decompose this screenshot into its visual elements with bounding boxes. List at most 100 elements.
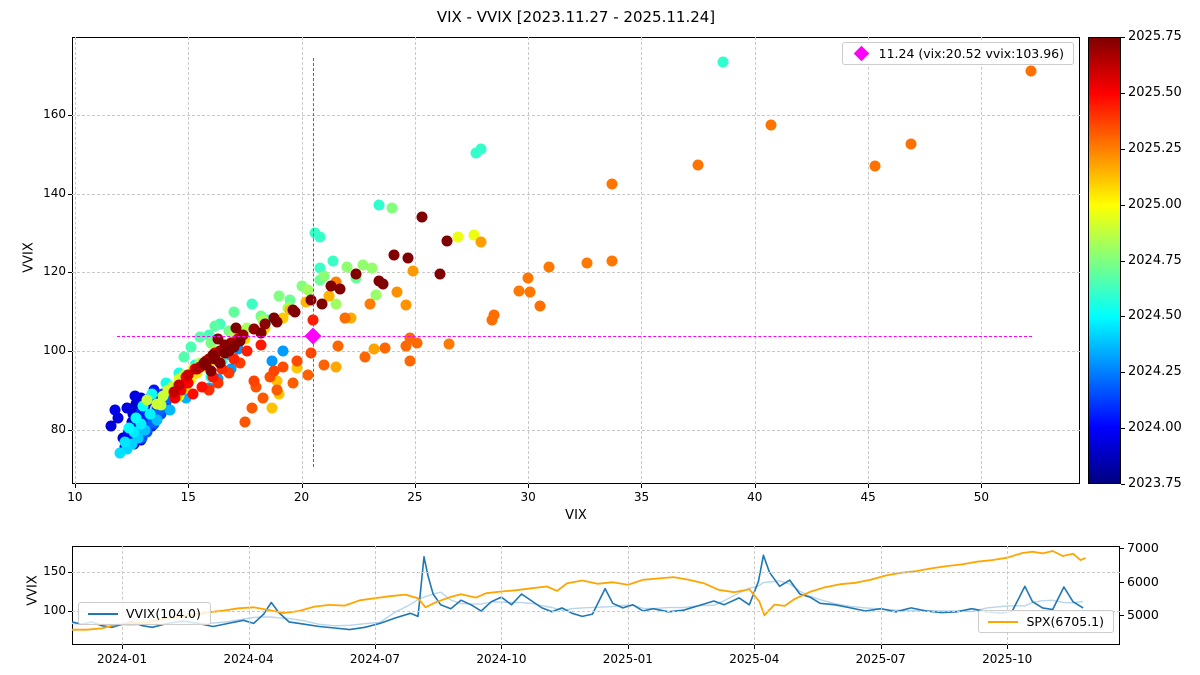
colorbar-tick	[1121, 484, 1125, 485]
main-x-tick-label: 30	[520, 490, 536, 504]
scatter-point	[386, 202, 398, 214]
bottom-x-tick-label: 2025-01	[602, 652, 653, 666]
colorbar-tick-label: 2024.25	[1128, 364, 1182, 380]
scatter-point	[434, 268, 446, 280]
bottom-x-tick-label: 2024-01	[96, 652, 148, 666]
main-gridline-v	[981, 37, 983, 484]
bottom-x-tick	[880, 645, 882, 649]
colorbar-tick	[1121, 316, 1125, 318]
main-x-tick-label: 40	[747, 490, 763, 504]
scatter-point	[339, 312, 351, 324]
bottom-gridline-v	[374, 546, 376, 645]
crosshair-vertical-line	[313, 58, 315, 467]
scatter-point	[205, 365, 217, 377]
colorbar-tick-label: 2025.00	[1128, 196, 1182, 212]
bottom-gridline-v	[122, 546, 124, 645]
scatter-point	[765, 119, 777, 131]
vvix-line-icon	[88, 612, 118, 615]
scatter-point	[230, 322, 242, 334]
scatter-point	[271, 316, 283, 328]
scatter-point	[513, 285, 525, 297]
bottom-x-tick-label: 2024-10	[476, 652, 527, 666]
timeseries-svg	[71, 550, 1086, 631]
scatter-point	[327, 255, 339, 267]
bottom-x-tick	[374, 645, 376, 649]
scatter-point	[187, 388, 199, 400]
scatter-point	[268, 365, 280, 377]
main-x-tick-label: 45	[860, 490, 876, 504]
scatter-point	[416, 211, 428, 223]
colorbar-tick	[1121, 260, 1125, 262]
main-gridline-v	[868, 37, 870, 484]
scatter-point	[316, 298, 328, 310]
scatter-point	[209, 320, 221, 332]
main-gridline-v	[528, 37, 530, 484]
scatter-point	[214, 357, 226, 369]
scatter-point	[291, 355, 303, 367]
scatter-point	[350, 268, 362, 280]
scatter-point	[130, 412, 142, 424]
main-y-tick-label: 100	[43, 343, 66, 358]
bottom-x-tick	[754, 645, 756, 649]
bottom-right-tick-label: 5000	[1127, 606, 1159, 622]
scatter-point	[524, 286, 536, 298]
scatter-point	[359, 351, 371, 363]
bottom-gridline-h	[72, 611, 1120, 613]
figure: VIX - VVIX [2023.11.27 - 2025.11.24] VVI…	[0, 0, 1200, 675]
main-gridline-v	[754, 37, 756, 484]
main-x-tick	[868, 484, 870, 488]
colorbar-tick-label: 2024.50	[1128, 308, 1182, 324]
bottom-gridline-v	[880, 546, 882, 645]
main-gridline-v	[74, 37, 76, 484]
scatter-point	[488, 309, 500, 321]
scatter-point	[119, 436, 131, 448]
bottom-left-tick-label: 100	[43, 603, 66, 618]
scatter-point	[475, 236, 487, 248]
vvix-legend: VVIX(104.0)	[78, 602, 211, 625]
scatter-point	[114, 447, 126, 459]
scatter-point	[368, 343, 380, 355]
bottom-right-tick-label: 6000	[1127, 573, 1159, 589]
scatter-point	[289, 306, 301, 318]
scatter-point	[400, 340, 412, 352]
bottom-x-tick-label: 2025-04	[729, 652, 780, 666]
bottom-x-tick	[627, 645, 629, 649]
scatter-point	[151, 398, 163, 410]
colorbar-tick-label: 2025.50	[1128, 84, 1182, 100]
scatter-point	[1025, 65, 1037, 77]
bottom-x-tick-label: 2024-04	[223, 652, 274, 666]
main-gridline-h	[72, 193, 1080, 195]
main-x-tick-label: 35	[633, 490, 650, 504]
scatter-point	[129, 390, 141, 402]
scatter-point	[452, 231, 464, 243]
bottom-x-tick	[1007, 645, 1009, 649]
scatter-point	[717, 56, 729, 68]
scatter-point	[364, 298, 376, 310]
scatter-point	[318, 359, 330, 371]
main-x-tick	[74, 484, 76, 488]
spx-legend-label: SPX(6705.1)	[1026, 614, 1104, 629]
bottom-gridline-v	[501, 546, 503, 645]
scatter-point	[407, 265, 419, 277]
scatter-point	[223, 345, 235, 357]
scatter-point	[185, 341, 197, 353]
scatter-point	[109, 404, 121, 416]
scatter-point	[441, 235, 453, 247]
scatter-point	[277, 345, 289, 357]
colorbar-tick	[1121, 204, 1125, 206]
scatter-point	[522, 272, 534, 284]
scatter-point	[228, 306, 240, 318]
bottom-x-tick	[122, 645, 124, 649]
scatter-point	[121, 402, 133, 414]
bottom-gridline-v	[248, 546, 250, 645]
main-y-tick	[68, 115, 72, 117]
main-gridline-h	[72, 429, 1080, 431]
scatter-point	[196, 381, 208, 392]
bottom-right-tick	[1120, 614, 1124, 616]
colorbar-tick-label: 2024.00	[1128, 420, 1182, 436]
scatter-point	[246, 402, 258, 414]
main-x-tick-label: 50	[973, 490, 990, 504]
scatter-point	[391, 286, 403, 298]
bottom-x-tick-label: 2025-07	[855, 652, 906, 666]
main-gridline-v	[641, 37, 643, 484]
